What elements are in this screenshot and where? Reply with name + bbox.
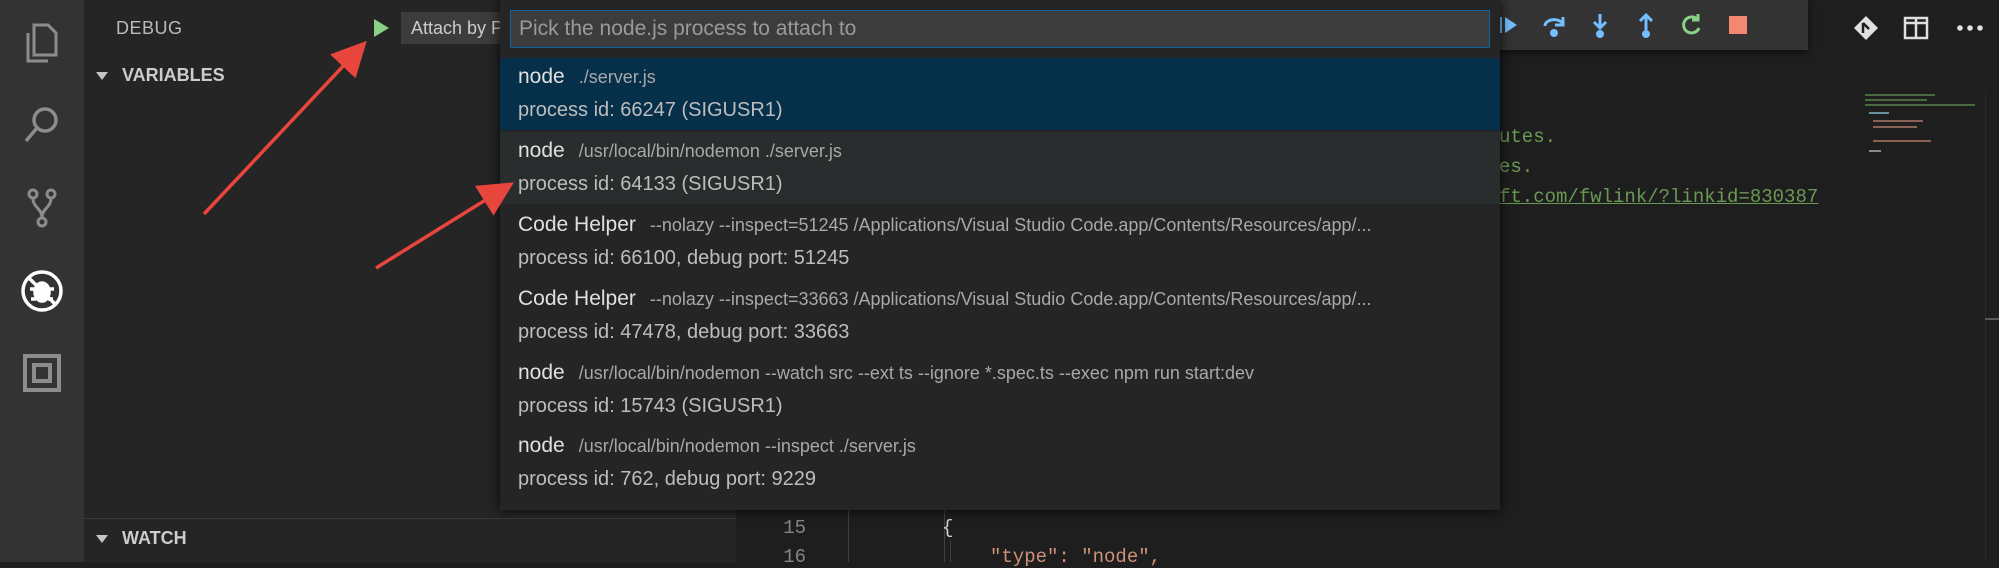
quick-pick-item[interactable]: Code Helper --nolazy --inspect=33663 /App…	[500, 280, 1500, 352]
process-command: --nolazy --inspect=51245 /Applications/V…	[649, 215, 1372, 235]
process-detail: process id: 762, debug port: 9229	[518, 468, 816, 490]
search-icon[interactable]	[0, 92, 84, 158]
source-control-icon[interactable]	[0, 174, 84, 240]
debug-title: DEBUG	[116, 18, 183, 38]
quick-pick-item[interactable]: Code Helper --nolazy --inspect=51245 /App…	[500, 206, 1500, 278]
process-label: node	[518, 139, 565, 162]
quick-pick-input[interactable]	[510, 10, 1490, 48]
process-detail: process id: 47478, debug port: 33663	[518, 321, 850, 343]
debug-toolbar	[1490, 0, 1808, 50]
process-label: node	[518, 434, 565, 457]
quick-pick-item[interactable]: node/usr/local/bin/nodemon ./server.js p…	[500, 132, 1500, 204]
chevron-down-icon	[96, 72, 108, 81]
debug-icon[interactable]	[0, 258, 84, 324]
process-label: Code Helper	[518, 287, 636, 310]
explorer-icon[interactable]	[0, 10, 84, 76]
open-changes-icon[interactable]	[1848, 10, 1884, 46]
restart-icon[interactable]	[1674, 8, 1710, 42]
step-over-icon[interactable]	[1536, 8, 1572, 42]
process-label: Code Helper	[518, 213, 636, 236]
step-out-icon[interactable]	[1628, 8, 1664, 42]
process-command: /usr/local/bin/nodemon ./server.js	[578, 141, 842, 161]
process-command: /usr/local/bin/nodemon --inspect ./serve…	[578, 436, 916, 456]
variables-section-title: VARIABLES	[122, 65, 225, 85]
line-number: 16	[783, 546, 806, 568]
process-command: --nolazy --inspect=33663 /Applications/V…	[649, 289, 1372, 309]
more-actions-icon[interactable]	[1952, 10, 1988, 46]
quick-pick-widget: node ./server.js process id: 66247 (SIGUS…	[500, 0, 1500, 510]
process-detail: process id: 66100, debug port: 51245	[518, 247, 850, 269]
code-comment-line: es.	[1499, 156, 1534, 178]
process-detail: process id: 64133 (SIGUSR1)	[518, 173, 783, 195]
extensions-icon[interactable]	[0, 340, 84, 406]
indent-guide	[950, 540, 951, 562]
code-line: "type": "node",	[990, 546, 1162, 568]
step-into-icon[interactable]	[1582, 8, 1618, 42]
code-comment-link[interactable]: ft.com/fwlink/?linkid=830387	[1499, 186, 1818, 208]
editor-scrollbar[interactable]	[1985, 90, 1999, 562]
process-label: node	[518, 65, 565, 88]
process-detail: process id: 66247 (SIGUSR1)	[518, 99, 783, 121]
code-line: {	[942, 517, 954, 539]
scrollbar-marker	[1985, 318, 1999, 320]
chevron-down-icon	[96, 535, 108, 544]
indent-guide	[848, 510, 849, 562]
code-comment-line: utes.	[1499, 126, 1557, 148]
minimap[interactable]	[1855, 90, 1975, 170]
play-icon	[374, 19, 389, 37]
quick-pick-item[interactable]: node/usr/local/bin/nodemon --watch src -…	[500, 354, 1500, 426]
process-command: /usr/local/bin/nodemon --watch src --ext…	[578, 363, 1254, 383]
start-debugging-button[interactable]	[364, 12, 398, 44]
quick-pick-item[interactable]: node ./server.js process id: 66247 (SIGUS…	[500, 58, 1500, 130]
process-label: node	[518, 361, 565, 384]
stop-icon[interactable]	[1720, 8, 1756, 42]
split-editor-icon[interactable]	[1898, 10, 1934, 46]
quick-pick-item[interactable]: node/usr/local/bin/nodemon --inspect ./s…	[500, 427, 1500, 499]
line-number: 15	[783, 517, 806, 539]
watch-section-title: WATCH	[122, 528, 187, 548]
process-detail: process id: 15743 (SIGUSR1)	[518, 395, 783, 417]
watch-section-header[interactable]: WATCH	[84, 518, 736, 557]
process-command: ./server.js	[578, 67, 656, 87]
activity-bar	[0, 0, 84, 562]
